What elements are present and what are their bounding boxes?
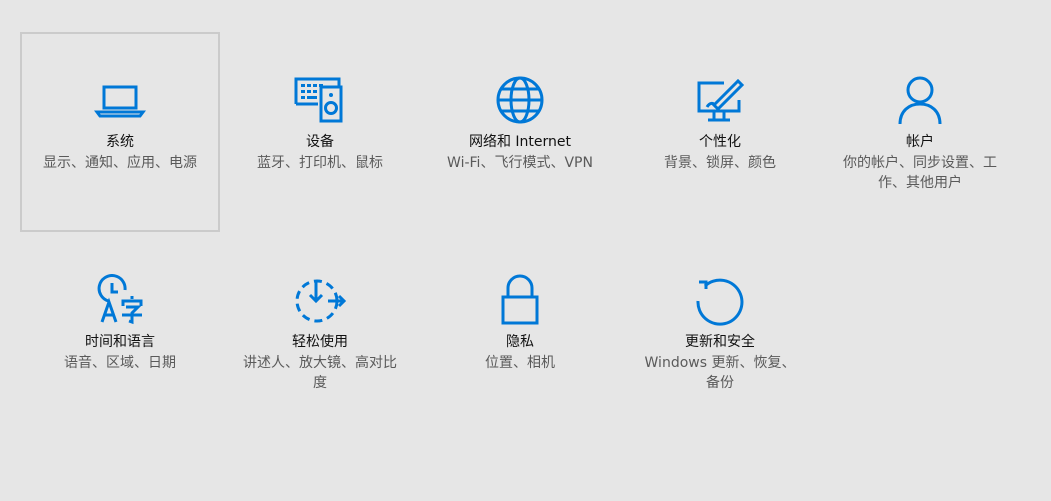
tile-accounts[interactable]: 帐户你的帐户、同步设置、工作、其他用户 [820, 32, 1020, 232]
tile-title: 隐私 [506, 334, 534, 350]
tile-ease-of-access[interactable]: 轻松使用讲述人、放大镜、高对比度 [220, 232, 420, 432]
devices-icon [294, 74, 346, 126]
tile-network[interactable]: 网络和 Internet Wi-Fi、飞行模式、VPN [420, 32, 620, 232]
tile-system[interactable]: 系统显示、通知、应用、电源 [20, 32, 220, 232]
tile-privacy[interactable]: 隐私 位置、相机 [420, 232, 620, 432]
lock-icon [494, 274, 546, 326]
globe-icon [494, 74, 546, 126]
tile-description: Windows 更新、恢复、备份 [644, 355, 796, 391]
personalization-icon [694, 74, 746, 126]
tile-description: 显示、通知、应用、电源 [43, 155, 197, 171]
tile-devices[interactable]: 设备蓝牙、打印机、鼠标 [220, 32, 420, 232]
tile-description: Wi-Fi、飞行模式、VPN [447, 155, 593, 171]
tile-description: 讲述人、放大镜、高对比度 [243, 355, 397, 391]
tile-description: 蓝牙、打印机、鼠标 [257, 155, 383, 171]
tile-description: 你的帐户、同步设置、工作、其他用户 [843, 155, 997, 191]
tile-title: 网络和 Internet [468, 134, 572, 150]
tile-title: 帐户 [906, 134, 934, 150]
tile-update-security[interactable]: 更新和安全 Windows 更新、恢复、备份 [620, 232, 820, 432]
tile-title: 更新和安全 [685, 334, 755, 350]
laptop-icon [94, 74, 146, 126]
tile-title: 轻松使用 [292, 334, 348, 350]
tile-description: 语音、区域、日期 [64, 355, 176, 371]
tile-time-language[interactable]: 时间和语言语音、区域、日期 [20, 232, 220, 432]
ease-of-access-icon [294, 274, 346, 326]
tile-title: 个性化 [699, 134, 741, 150]
tile-personalization[interactable]: 个性化背景、锁屏、颜色 [620, 32, 820, 232]
refresh-icon [694, 274, 746, 326]
tile-description: 背景、锁屏、颜色 [664, 155, 776, 171]
tile-title: 设备 [306, 134, 334, 150]
tile-title: 系统 [106, 134, 134, 150]
tile-description: 位置、相机 [485, 355, 555, 371]
person-icon [894, 74, 946, 126]
time-language-icon [94, 274, 146, 326]
settings-grid: 系统 显示、通知、应用、电源 设备 蓝牙、打印机、鼠标 网络和 Internet Wi-F… [0, 0, 1051, 501]
tile-title: 时间和语言 [85, 334, 155, 350]
